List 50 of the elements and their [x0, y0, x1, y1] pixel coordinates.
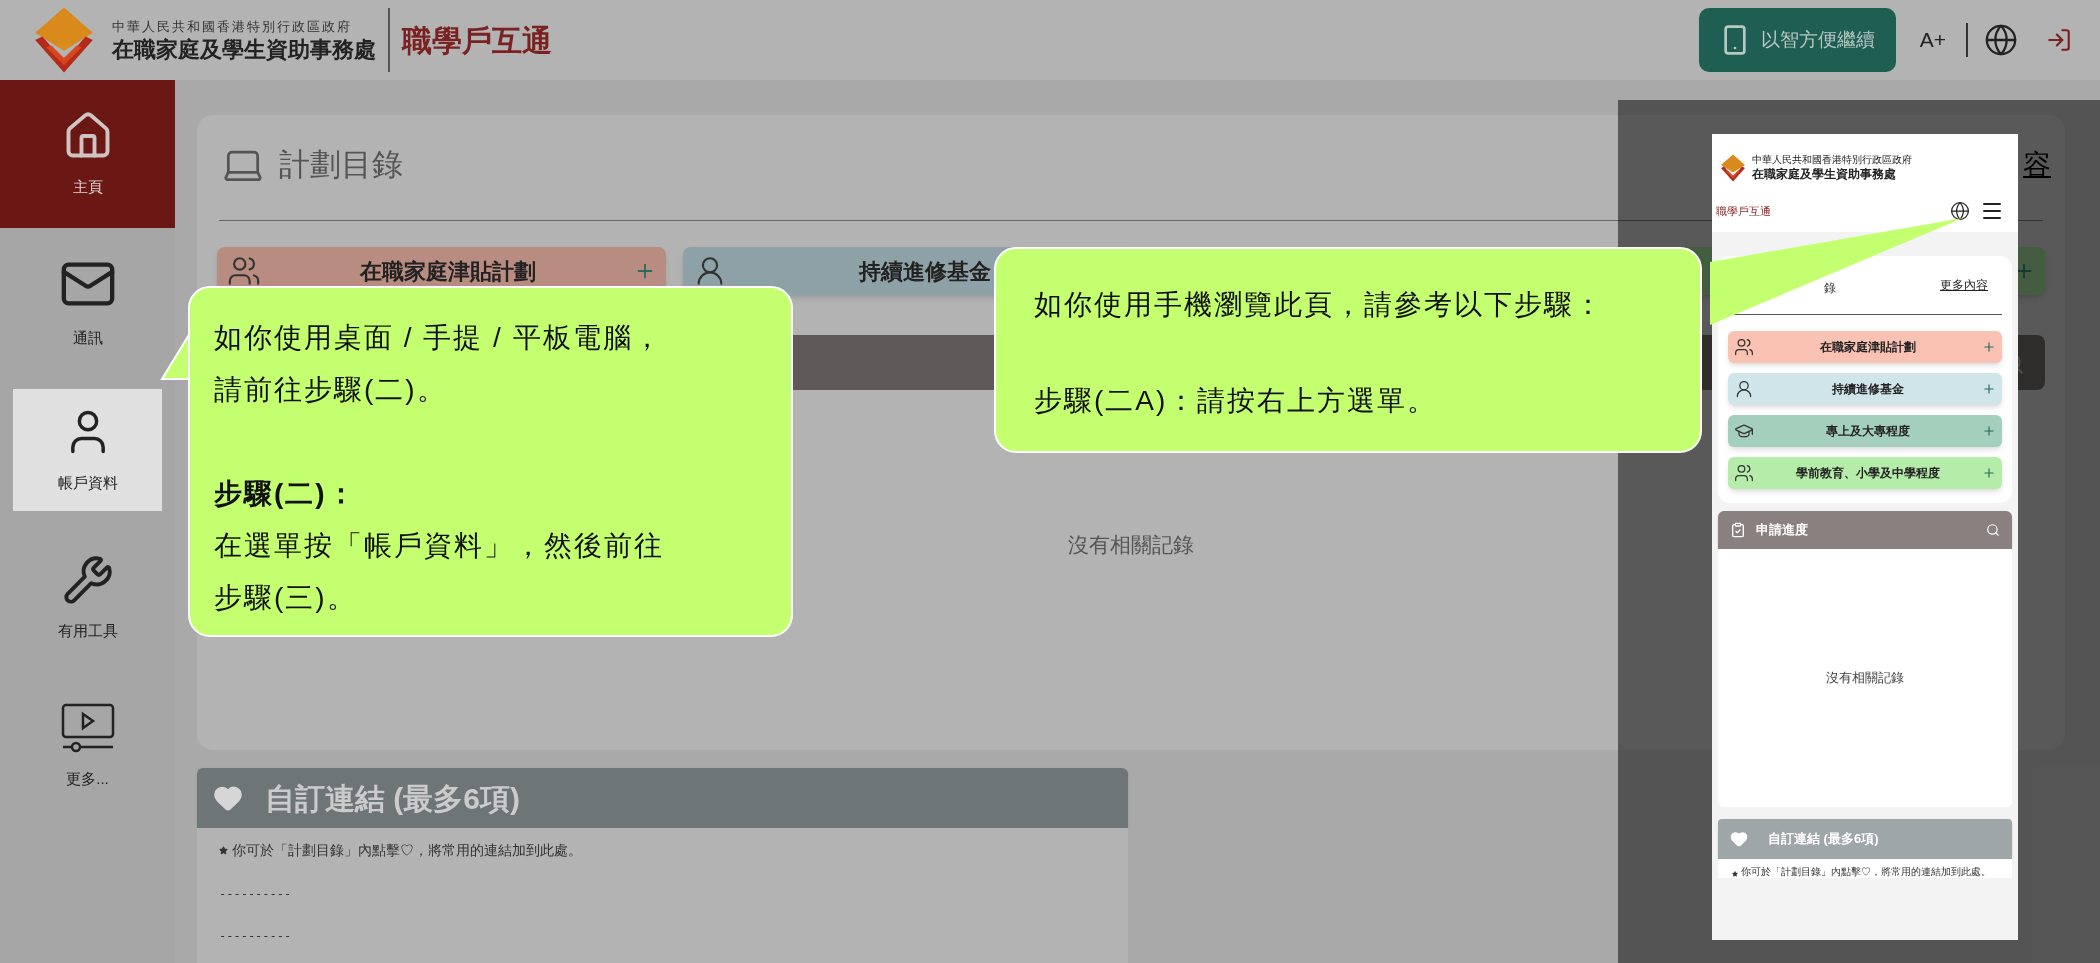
heart-icon: [1730, 830, 1748, 848]
section-title: 計劃目錄: [279, 145, 403, 184]
clipboard-icon: [1730, 522, 1746, 538]
scheme-button[interactable]: 在職家庭津貼計劃: [1728, 331, 2002, 363]
people-icon: [1734, 463, 1754, 483]
wrench-icon: [61, 553, 114, 606]
dash-line-text: ----------: [219, 928, 293, 945]
sidebar-item[interactable]: 更多...: [13, 685, 162, 807]
scheme-button[interactable]: 專上及大專程度: [1728, 415, 2002, 447]
person-icon: [1734, 379, 1754, 399]
globe-icon[interactable]: [1984, 23, 2018, 57]
scheme-button[interactable]: 學前教育、小學及中學程度: [1728, 457, 2002, 489]
globe-icon[interactable]: [1950, 201, 1970, 221]
plus-icon: [1982, 466, 1996, 480]
sidebar-item[interactable]: 通訊: [13, 241, 162, 363]
scheme-button[interactable]: 持續進修基金: [1728, 373, 2002, 405]
note-text: 你可於「計劃目錄」內點擊♡，將常用的連結加到此處。: [232, 841, 582, 860]
star-icon: [219, 846, 228, 855]
favorites-header: 自訂連結 (最多6項): [1718, 819, 2012, 859]
plus-icon: [1982, 382, 1996, 396]
tab[interactable]: 更多內容: [1940, 276, 1988, 294]
plus-icon: [1982, 340, 1996, 354]
plus-icon: [1982, 424, 1996, 438]
people-icon: [1734, 337, 1754, 357]
continue-button[interactable]: 以智方便繼續: [1698, 8, 1896, 72]
instruction-text: 步驟(二)：: [214, 477, 358, 511]
org-name: 中華人民共和國香港特別行政區政府: [112, 18, 353, 37]
instruction-text: 在選單按「帳戶資料」，然後前往步驟(三)。: [214, 529, 665, 615]
people-icon: [227, 254, 261, 288]
video-player-icon: [59, 701, 116, 754]
empty-message: 沒有相關記錄: [1068, 532, 1194, 559]
font-size-button[interactable]: A+: [1915, 24, 1950, 56]
star-icon: [1732, 871, 1738, 877]
instruction-text: 步驟(二A)：請按右上方選單。: [1034, 384, 1439, 418]
progress-header: 申請進度: [1718, 511, 2012, 549]
favorites-header: 自訂連結 (最多6項): [197, 768, 1128, 828]
note-text: 你可於「計劃目錄」內點擊♡，將常用的連結加到此處。: [1741, 865, 1991, 878]
org-name: 在職家庭及學生資助事務處: [112, 36, 376, 63]
app-title: 職學戶互通: [402, 22, 552, 59]
tab[interactable]: 錄: [1824, 279, 1836, 297]
sidebar-item[interactable]: 有用工具: [13, 537, 162, 659]
app-title: 職學戶互通: [1716, 203, 1771, 219]
org-name: 在職家庭及學生資助事務處: [1752, 165, 1897, 183]
search-icon[interactable]: [1986, 523, 2000, 537]
instruction-text: 如你使用桌面 / 手提 / 平板電腦，請前往步驟(二)。: [214, 321, 664, 407]
org-name: 中華人民共和國香港特別行政區政府: [1752, 153, 1912, 165]
logo-icon: [1718, 153, 1748, 183]
sidebar-item[interactable]: 帳戶資料: [13, 389, 162, 511]
empty-message: 沒有相關記錄: [1826, 669, 1904, 688]
dash-line-text: ----------: [219, 886, 293, 903]
